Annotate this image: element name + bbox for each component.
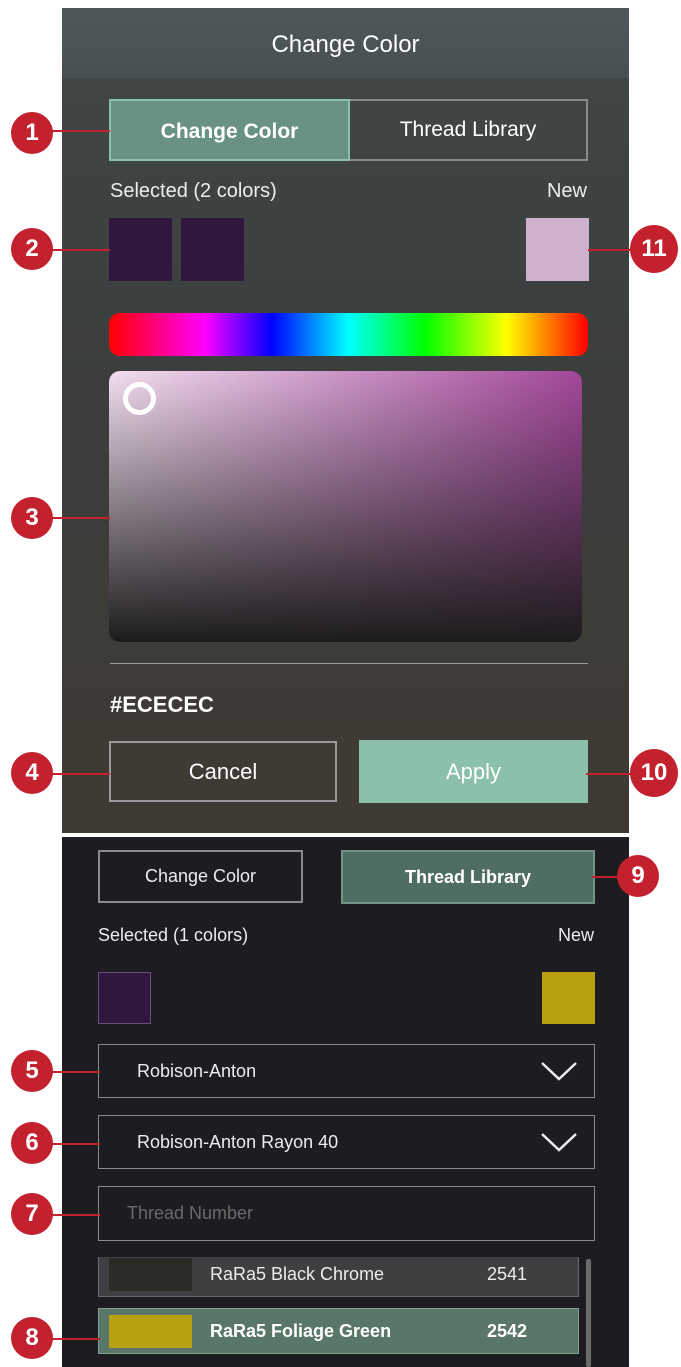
panel-title: Change Color [62, 8, 629, 78]
hex-value: #ECECEC [110, 692, 214, 717]
thread-type-dropdown[interactable]: Robison-Anton Rayon 40 [98, 1115, 595, 1169]
callout-marker: 1 [11, 112, 53, 154]
tab-change-color[interactable]: Change Color [109, 99, 350, 161]
dropdown-value: Robison-Anton Rayon 40 [137, 1132, 339, 1152]
callout-marker: 10 [630, 749, 678, 797]
thread-library-panel: Change Color Thread Library Selected (1 … [62, 837, 629, 1367]
thread-list-scrollbar[interactable] [586, 1259, 591, 1367]
new-color-swatch [526, 218, 589, 281]
callout-marker: 4 [11, 752, 53, 794]
thread-number-input[interactable]: Thread Number [98, 1186, 595, 1241]
callout-marker: 2 [11, 228, 53, 270]
thread-number: 2542 [487, 1321, 528, 1341]
thread-name: RaRa5 Foliage Green [210, 1321, 392, 1341]
selected-colors-label: Selected (2 colors) [110, 180, 277, 202]
tab-thread-library[interactable]: Thread Library [350, 99, 588, 161]
callout-marker: 5 [11, 1050, 53, 1092]
callout-marker: 11 [630, 225, 678, 273]
callout-leader-line [44, 517, 110, 519]
selected-color-swatch[interactable] [109, 218, 172, 281]
chevron-down-icon [541, 1062, 577, 1081]
callout-leader-line [44, 130, 110, 132]
callout-leader-line [588, 249, 636, 251]
chevron-down-icon [541, 1133, 577, 1152]
saturation-value-picker[interactable] [109, 371, 582, 642]
callout-leader-line [44, 249, 110, 251]
new-color-label: New [546, 180, 587, 202]
selected-color-swatch[interactable] [98, 972, 151, 1024]
thread-list: RaRa5 Black Chrome 2541 RaRa5 Foliage Gr… [98, 1257, 579, 1367]
selected-color-swatch[interactable] [181, 218, 244, 281]
tab-change-color[interactable]: Change Color [98, 850, 303, 903]
callout-marker: 8 [11, 1317, 53, 1359]
change-color-panel: Change Color Change Color Thread Library… [62, 8, 629, 833]
apply-button[interactable]: Apply [359, 740, 588, 803]
thread-list-item[interactable]: RaRa5 Black Chrome 2541 [98, 1257, 579, 1297]
callout-leader-line [586, 773, 636, 775]
callout-marker: 9 [617, 855, 659, 897]
thread-brand-dropdown[interactable]: Robison-Anton [98, 1044, 595, 1098]
thread-list-item[interactable]: RaRa5 Foliage Green 2542 [98, 1308, 579, 1354]
thread-number: 2541 [487, 1264, 528, 1284]
thread-name: RaRa5 Black Chrome [210, 1264, 385, 1284]
tab-thread-library[interactable]: Thread Library [341, 850, 595, 904]
selected-colors-label: Selected (1 colors) [98, 925, 249, 945]
new-color-swatch [542, 972, 595, 1024]
cancel-button[interactable]: Cancel [109, 741, 337, 802]
callout-marker: 3 [11, 497, 53, 539]
callout-marker: 7 [11, 1193, 53, 1235]
circle-handle-icon[interactable] [123, 382, 156, 415]
hue-slider[interactable] [109, 313, 588, 356]
new-color-label: New [557, 925, 594, 945]
divider [110, 663, 588, 664]
callout-leader-line [44, 773, 110, 775]
dropdown-value: Robison-Anton [137, 1061, 257, 1081]
thread-color-swatch [109, 1258, 192, 1291]
callout-marker: 6 [11, 1122, 53, 1164]
thread-color-swatch [109, 1315, 192, 1348]
